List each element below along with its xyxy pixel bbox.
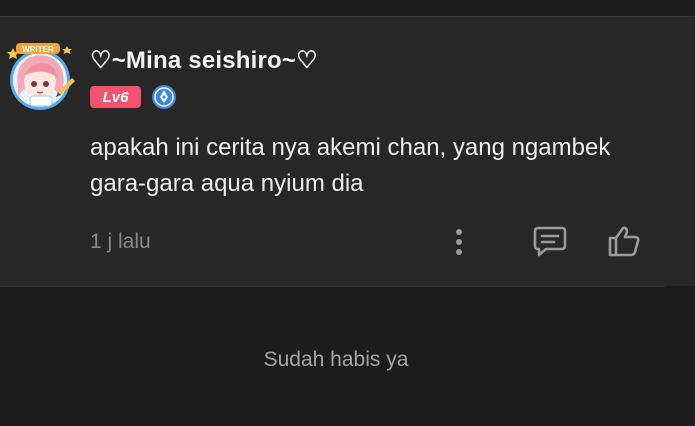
level-badge: Lv6 xyxy=(90,86,141,108)
username[interactable]: ♡~Mina seishiro~♡ xyxy=(90,46,318,75)
end-of-list-text: Sudah habis ya xyxy=(263,348,409,371)
avatar-badge-text: WRITER xyxy=(22,45,54,54)
avatar[interactable]: WRITER xyxy=(4,40,80,112)
writer-pen-badge-icon xyxy=(151,84,177,110)
reply-button[interactable] xyxy=(530,222,570,260)
like-button[interactable] xyxy=(604,222,644,260)
more-vertical-icon xyxy=(456,229,462,255)
comment-text: apakah ini cerita nya akemi chan, yang n… xyxy=(90,134,611,197)
comment-reply-icon xyxy=(533,226,567,257)
divider xyxy=(0,286,665,287)
anime-girl-avatar-icon: WRITER xyxy=(7,43,75,110)
comment-timestamp: 1 j lalu xyxy=(90,230,151,253)
more-options-button[interactable] xyxy=(446,224,472,260)
thumbs-up-icon xyxy=(608,226,640,257)
top-bar xyxy=(0,0,695,16)
